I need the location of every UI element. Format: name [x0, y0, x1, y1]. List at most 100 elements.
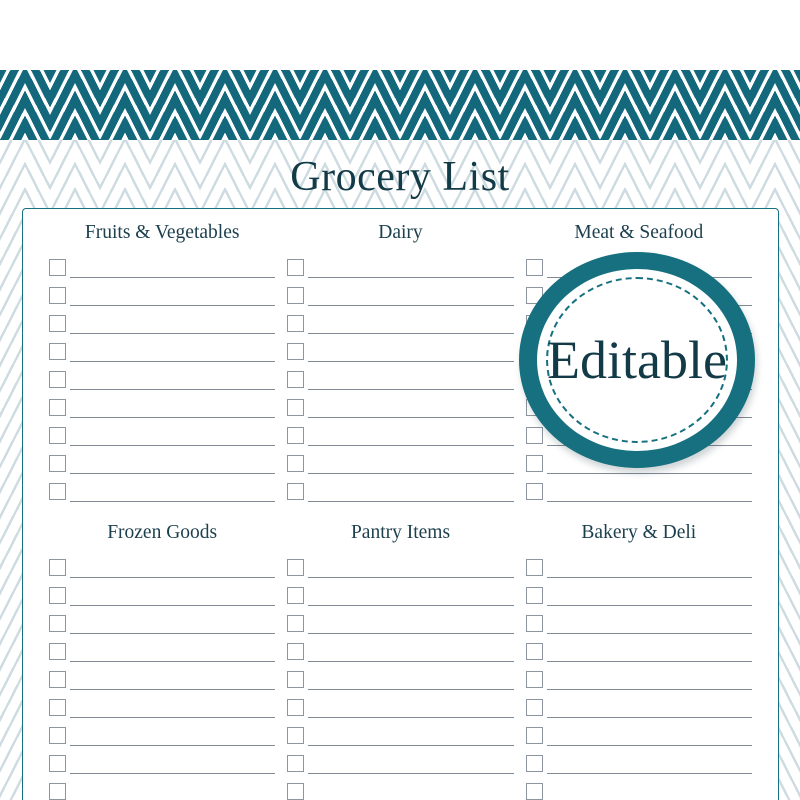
checkbox[interactable] — [525, 259, 543, 276]
write-in-line[interactable] — [70, 500, 276, 502]
list-item — [49, 747, 276, 775]
checkbox[interactable] — [525, 727, 543, 744]
write-in-line[interactable] — [308, 744, 514, 746]
checkbox[interactable] — [525, 755, 543, 772]
write-in-line[interactable] — [308, 604, 514, 606]
write-in-line[interactable] — [70, 716, 276, 718]
checkbox[interactable] — [49, 455, 66, 472]
write-in-line[interactable] — [70, 444, 276, 446]
checkbox[interactable] — [49, 315, 66, 332]
write-in-line[interactable] — [546, 604, 752, 606]
checkbox[interactable] — [49, 427, 66, 444]
checkbox[interactable] — [49, 783, 66, 800]
checkbox[interactable] — [287, 587, 305, 604]
checkbox[interactable] — [287, 483, 305, 500]
checkbox[interactable] — [287, 643, 305, 660]
write-in-line[interactable] — [70, 304, 276, 306]
checkbox[interactable] — [525, 615, 543, 632]
checkbox[interactable] — [287, 455, 305, 472]
write-in-line[interactable] — [308, 576, 514, 578]
write-in-line[interactable] — [70, 360, 276, 362]
checkbox[interactable] — [49, 643, 66, 660]
checkbox[interactable] — [49, 371, 66, 388]
checkbox[interactable] — [525, 783, 543, 800]
write-in-line[interactable] — [546, 576, 752, 578]
write-in-line[interactable] — [546, 500, 752, 502]
checkbox[interactable] — [287, 727, 305, 744]
write-in-line[interactable] — [546, 688, 752, 690]
checkbox[interactable] — [287, 559, 305, 576]
write-in-line[interactable] — [70, 576, 276, 578]
write-in-line[interactable] — [308, 772, 514, 774]
write-in-line[interactable] — [70, 416, 276, 418]
checkbox[interactable] — [49, 559, 66, 576]
write-in-line[interactable] — [308, 444, 514, 446]
checkbox[interactable] — [525, 699, 543, 716]
section-column: Bakery & Deli — [520, 521, 758, 800]
checkbox[interactable] — [49, 727, 66, 744]
write-in-line[interactable] — [546, 472, 752, 474]
checkbox[interactable] — [287, 371, 305, 388]
chevron-stripe — [50, 70, 75, 140]
write-in-line[interactable] — [546, 716, 752, 718]
write-in-line[interactable] — [70, 660, 276, 662]
write-in-line[interactable] — [70, 688, 276, 690]
checkbox[interactable] — [287, 783, 305, 800]
checkbox[interactable] — [287, 399, 305, 416]
list-item — [49, 579, 276, 607]
write-in-line[interactable] — [70, 632, 276, 634]
write-in-line[interactable] — [70, 772, 276, 774]
write-in-line[interactable] — [70, 276, 276, 278]
write-in-line[interactable] — [546, 660, 752, 662]
write-in-line[interactable] — [70, 388, 276, 390]
checkbox[interactable] — [525, 643, 543, 660]
checkbox[interactable] — [49, 483, 66, 500]
checkbox[interactable] — [287, 315, 305, 332]
checkbox[interactable] — [525, 559, 543, 576]
write-in-line[interactable] — [308, 332, 514, 334]
write-in-line[interactable] — [70, 604, 276, 606]
checkbox[interactable] — [49, 671, 66, 688]
checkbox[interactable] — [525, 483, 543, 500]
checkbox[interactable] — [49, 343, 66, 360]
write-in-line[interactable] — [308, 416, 514, 418]
checkbox[interactable] — [525, 427, 543, 444]
write-in-line[interactable] — [308, 688, 514, 690]
checkbox[interactable] — [287, 343, 305, 360]
checkbox[interactable] — [49, 755, 66, 772]
checkbox[interactable] — [49, 615, 66, 632]
checkbox[interactable] — [49, 287, 66, 304]
write-in-line[interactable] — [308, 276, 514, 278]
checkbox[interactable] — [49, 259, 66, 276]
checkbox[interactable] — [287, 259, 305, 276]
write-in-line[interactable] — [70, 472, 276, 474]
chevron-stripe — [775, 70, 800, 140]
write-in-line[interactable] — [70, 744, 276, 746]
write-in-line[interactable] — [308, 660, 514, 662]
checkbox[interactable] — [287, 755, 305, 772]
checkbox[interactable] — [287, 671, 305, 688]
checkbox[interactable] — [49, 587, 66, 604]
write-in-line[interactable] — [308, 304, 514, 306]
write-in-line[interactable] — [308, 472, 514, 474]
checkbox[interactable] — [525, 671, 543, 688]
checkbox[interactable] — [49, 399, 66, 416]
page-title: Grocery List — [290, 154, 510, 200]
checkbox[interactable] — [525, 455, 543, 472]
write-in-line[interactable] — [546, 744, 752, 746]
checkbox[interactable] — [287, 427, 305, 444]
write-in-line[interactable] — [308, 716, 514, 718]
write-in-line[interactable] — [546, 632, 752, 634]
write-in-line[interactable] — [308, 360, 514, 362]
checkbox[interactable] — [287, 699, 305, 716]
checkbox[interactable] — [49, 699, 66, 716]
write-in-line[interactable] — [308, 388, 514, 390]
write-in-line[interactable] — [308, 500, 514, 502]
write-in-line[interactable] — [308, 632, 514, 634]
checkbox[interactable] — [525, 587, 543, 604]
list-item — [287, 579, 514, 607]
checkbox[interactable] — [287, 287, 305, 304]
write-in-line[interactable] — [546, 772, 752, 774]
checkbox[interactable] — [287, 615, 305, 632]
write-in-line[interactable] — [70, 332, 276, 334]
